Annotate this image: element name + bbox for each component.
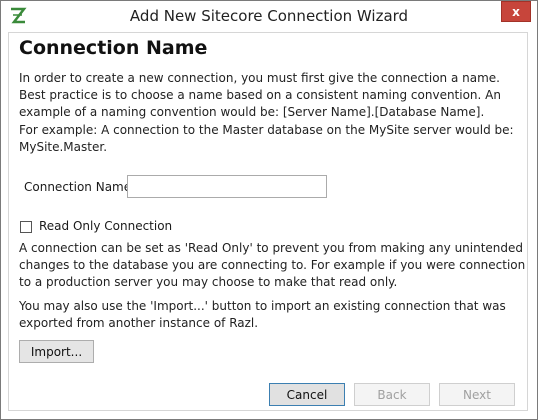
intro-text: In order to create a new connection, you… <box>19 71 501 119</box>
cancel-button[interactable]: Cancel <box>269 383 345 406</box>
next-button[interactable]: Next <box>439 383 515 406</box>
wizard-page: Connection Name In order to create a new… <box>8 32 528 411</box>
read-only-description: A connection can be set as 'Read Only' t… <box>19 241 526 289</box>
window-title: Add New Sitecore Connection Wizard <box>129 7 409 25</box>
close-icon: x <box>512 4 520 19</box>
close-button[interactable]: x <box>501 1 531 22</box>
wizard-window: Add New Sitecore Connection Wizard x Con… <box>0 0 538 420</box>
connection-name-label: Connection Name: <box>24 180 136 194</box>
read-only-checkbox[interactable] <box>20 221 32 233</box>
title-bar: Add New Sitecore Connection Wizard x <box>1 1 537 32</box>
back-button[interactable]: Back <box>354 383 430 406</box>
import-button[interactable]: Import... <box>19 340 94 363</box>
read-only-label[interactable]: Read Only Connection <box>39 219 172 233</box>
page-title: Connection Name <box>19 37 208 59</box>
connection-name-input[interactable] <box>127 175 327 198</box>
example-text: For example: A connection to the Master … <box>19 123 514 154</box>
import-note: You may also use the 'Import...' button … <box>19 299 506 330</box>
